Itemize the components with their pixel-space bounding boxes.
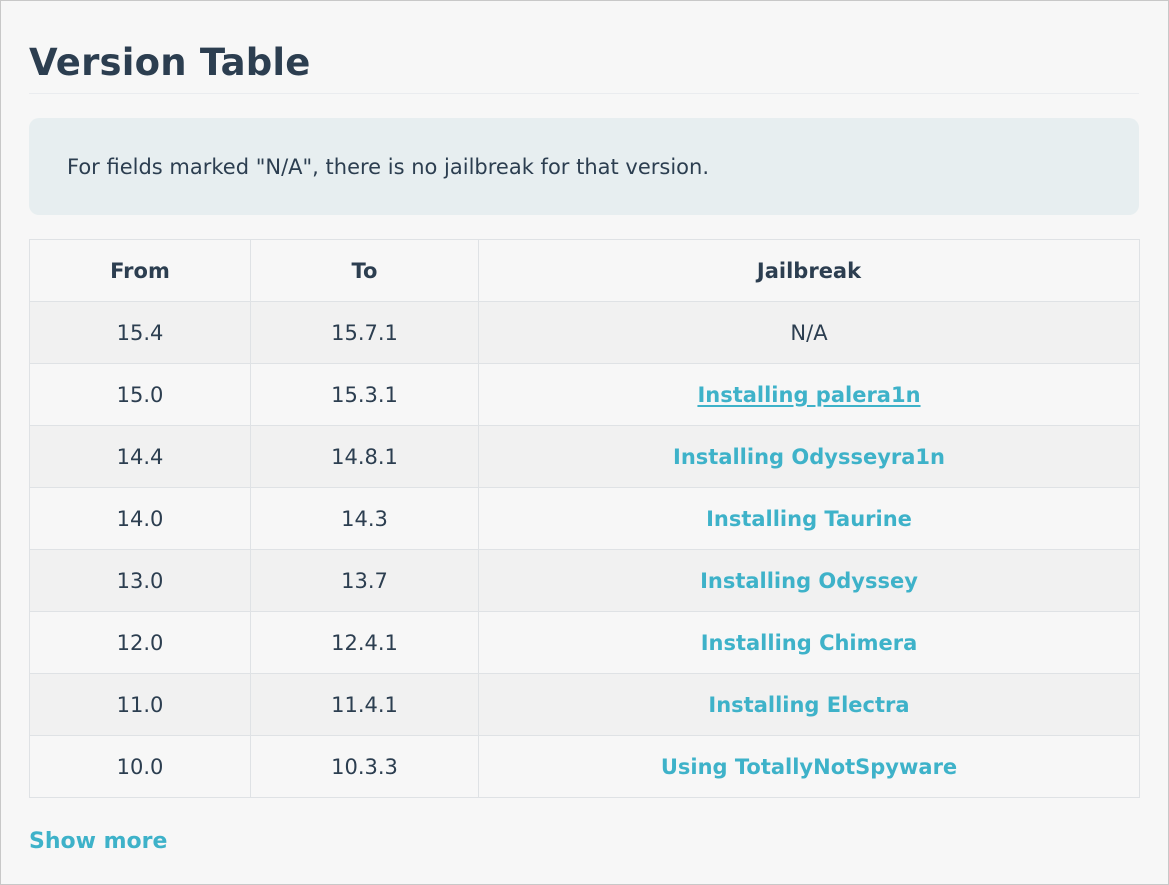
jailbreak-link[interactable]: Installing Chimera (701, 631, 918, 655)
cell-to-version: 11.4.1 (250, 673, 479, 736)
table-row: 15.4 15.7.1 N/A (29, 301, 1140, 364)
cell-jailbreak: Installing Taurine (478, 487, 1140, 550)
column-header-from: From (29, 239, 251, 302)
jailbreak-link[interactable]: Installing Odysseyra1n (673, 445, 945, 469)
table-header-row: From To Jailbreak (29, 239, 1140, 302)
cell-jailbreak: Installing palera1n (478, 363, 1140, 426)
page-frame: Version Table For fields marked "N/A", t… (0, 0, 1169, 885)
title-divider (29, 93, 1139, 94)
cell-from-version: 14.0 (29, 487, 251, 550)
cell-from-version: 10.0 (29, 735, 251, 798)
table-body: 15.4 15.7.1 N/A 15.0 15.3.1 Installing palera… (29, 301, 1140, 798)
table-row: 14.4 14.8.1 Installing Odysseyra1n (29, 425, 1140, 488)
cell-to-version: 14.3 (250, 487, 479, 550)
jailbreak-link[interactable]: Installing Odyssey (700, 569, 918, 593)
cell-from-version: 14.4 (29, 425, 251, 488)
cell-jailbreak: Installing Odyssey (478, 549, 1140, 612)
cell-from-version: 15.4 (29, 301, 251, 364)
cell-from-version: 15.0 (29, 363, 251, 426)
cell-jailbreak: Using TotallyNotSpyware (478, 735, 1140, 798)
cell-to-version: 10.3.3 (250, 735, 479, 798)
table-row: 11.0 11.4.1 Installing Electra (29, 673, 1140, 736)
jailbreak-link[interactable]: Using TotallyNotSpyware (661, 755, 957, 779)
version-table: From To Jailbreak 15.4 15.7.1 N/A 15.0 15.3.… (29, 239, 1140, 798)
jailbreak-link[interactable]: Installing Taurine (706, 507, 912, 531)
cell-to-version: 12.4.1 (250, 611, 479, 674)
cell-to-version: 14.8.1 (250, 425, 479, 488)
cell-to-version: 15.3.1 (250, 363, 479, 426)
table-header: From To Jailbreak (29, 239, 1140, 302)
cell-from-version: 11.0 (29, 673, 251, 736)
cell-jailbreak: N/A (478, 301, 1140, 364)
table-row: 15.0 15.3.1 Installing palera1n (29, 363, 1140, 426)
cell-from-version: 12.0 (29, 611, 251, 674)
show-more-link[interactable]: Show more (29, 827, 167, 857)
cell-to-version: 15.7.1 (250, 301, 479, 364)
jailbreak-na-text: N/A (790, 320, 828, 345)
info-note-text: For fields marked "N/A", there is no jai… (67, 154, 710, 179)
cell-jailbreak: Installing Electra (478, 673, 1140, 736)
cell-jailbreak: Installing Odysseyra1n (478, 425, 1140, 488)
column-header-to: To (250, 239, 479, 302)
cell-to-version: 13.7 (250, 549, 479, 612)
cell-from-version: 13.0 (29, 549, 251, 612)
jailbreak-link[interactable]: Installing Electra (708, 693, 909, 717)
info-note: For fields marked "N/A", there is no jai… (29, 118, 1139, 215)
table-row: 14.0 14.3 Installing Taurine (29, 487, 1140, 550)
cell-jailbreak: Installing Chimera (478, 611, 1140, 674)
page-title: Version Table (29, 41, 311, 84)
table-row: 13.0 13.7 Installing Odyssey (29, 549, 1140, 612)
column-header-jailbreak: Jailbreak (478, 239, 1140, 302)
jailbreak-link[interactable]: Installing palera1n (697, 383, 920, 407)
table-row: 12.0 12.4.1 Installing Chimera (29, 611, 1140, 674)
table-row: 10.0 10.3.3 Using TotallyNotSpyware (29, 735, 1140, 798)
